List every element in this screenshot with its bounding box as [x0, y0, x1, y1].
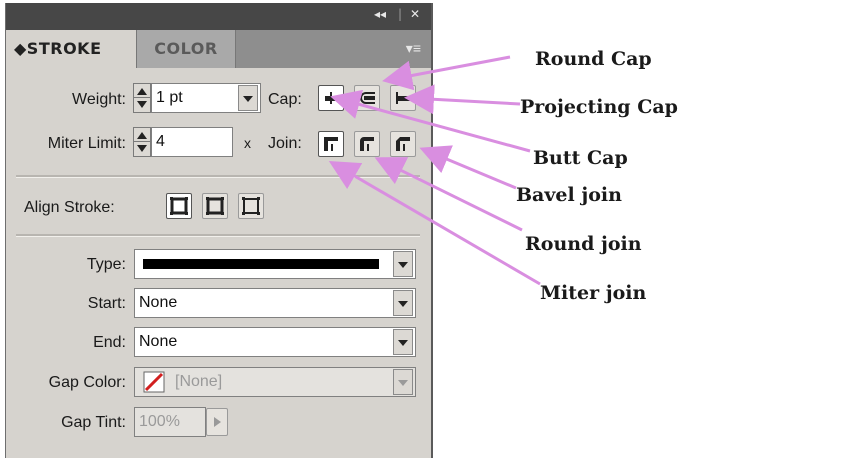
butt-cap-button[interactable]: [318, 85, 344, 111]
weight-dropdown-button[interactable]: [238, 85, 258, 111]
bevel-join-button[interactable]: [390, 131, 416, 157]
end-label: End:: [93, 334, 126, 351]
none-swatch-icon: [143, 371, 165, 393]
stepper-divider: [134, 141, 150, 142]
panel-titlebar: ◂◂ | ✕: [6, 3, 431, 30]
gap-color-label: Gap Color:: [48, 374, 126, 391]
start-label: Start:: [87, 295, 126, 312]
miter-unit: x: [244, 135, 251, 151]
round-join-icon: [360, 137, 374, 151]
projecting-cap-annotation: Projecting Cap: [520, 96, 678, 118]
miter-join-annotation: Miter join: [540, 282, 647, 304]
tab-color[interactable]: COLOR: [136, 30, 236, 68]
round-cap-annotation: Round Cap: [535, 48, 652, 70]
start-select[interactable]: None: [134, 288, 416, 318]
round-cap-button[interactable]: [354, 85, 380, 111]
type-select[interactable]: [134, 249, 416, 279]
miter-join-icon: [324, 137, 338, 151]
triangle-right-icon: [214, 417, 221, 427]
close-panel-icon[interactable]: ✕: [410, 7, 420, 21]
panel-tabbar: ◆STROKE COLOR ▾≡: [6, 30, 431, 68]
join-label: Join:: [268, 135, 302, 152]
stepper-up-icon[interactable]: [137, 132, 147, 139]
start-value: None: [139, 294, 178, 311]
gap-tint-value: 100%: [139, 413, 180, 430]
stroke-panel: ◂◂ | ✕ ◆STROKE COLOR ▾≡ Weight: 1 pt Cap…: [5, 3, 433, 458]
bevel-join-icon: [396, 137, 410, 151]
bevel-join-arrow: [419, 145, 517, 190]
round-join-annotation: Round join: [525, 233, 642, 255]
butt-cap-annotation: Butt Cap: [533, 147, 628, 169]
bevel-join-annotation: Bavel join: [516, 184, 622, 206]
round-cap-icon: [360, 92, 375, 104]
gap-color-select[interactable]: [None]: [134, 367, 416, 397]
end-value: None: [139, 333, 178, 350]
align-outside-button[interactable]: [238, 193, 264, 219]
stepper-down-icon[interactable]: [137, 101, 147, 108]
stepper-divider: [134, 97, 150, 98]
tab-stroke[interactable]: ◆STROKE: [6, 30, 136, 68]
weight-value: 1 pt: [156, 89, 183, 106]
projecting-cap-button[interactable]: [390, 85, 416, 111]
miter-limit-input[interactable]: 4: [151, 127, 233, 157]
titlebar-divider: |: [398, 7, 403, 21]
round-join-button[interactable]: [354, 131, 380, 157]
stepper-up-icon[interactable]: [137, 88, 147, 95]
align-stroke-label: Align Stroke:: [24, 199, 115, 216]
align-inside-button[interactable]: [202, 193, 228, 219]
butt-cap-icon: [325, 92, 337, 104]
section-divider: [16, 234, 420, 237]
end-select[interactable]: None: [134, 327, 416, 357]
align-outside-icon: [242, 197, 260, 215]
gap-tint-label: Gap Tint:: [61, 414, 126, 431]
miter-stepper[interactable]: [133, 127, 151, 157]
gap-tint-input[interactable]: 100%: [134, 407, 206, 437]
align-center-button[interactable]: [166, 193, 192, 219]
weight-stepper[interactable]: [133, 83, 151, 113]
align-inside-icon: [206, 197, 224, 215]
projecting-cap-icon: [396, 92, 411, 104]
end-dropdown-button[interactable]: [393, 329, 413, 355]
miter-limit-label: Miter Limit:: [47, 135, 126, 152]
miter-join-button[interactable]: [318, 131, 344, 157]
gap-color-value: [None]: [175, 373, 223, 390]
stepper-down-icon[interactable]: [137, 145, 147, 152]
type-dropdown-button[interactable]: [393, 251, 413, 277]
miter-limit-value: 4: [156, 133, 165, 150]
section-divider: [16, 175, 420, 178]
solid-stroke-swatch: [143, 259, 379, 269]
start-dropdown-button[interactable]: [393, 290, 413, 316]
type-label: Type:: [86, 256, 126, 273]
weight-label: Weight:: [72, 91, 126, 108]
gap-tint-slider-button[interactable]: [206, 408, 228, 436]
gap-color-dropdown-button[interactable]: [393, 369, 413, 395]
cap-label: Cap:: [268, 91, 302, 108]
screenshot-stage: ◂◂ | ✕ ◆STROKE COLOR ▾≡ Weight: 1 pt Cap…: [0, 0, 845, 458]
align-center-icon: [170, 197, 188, 215]
collapse-panel-icon[interactable]: ◂◂: [374, 7, 386, 21]
panel-menu-icon[interactable]: ▾≡: [406, 40, 421, 57]
